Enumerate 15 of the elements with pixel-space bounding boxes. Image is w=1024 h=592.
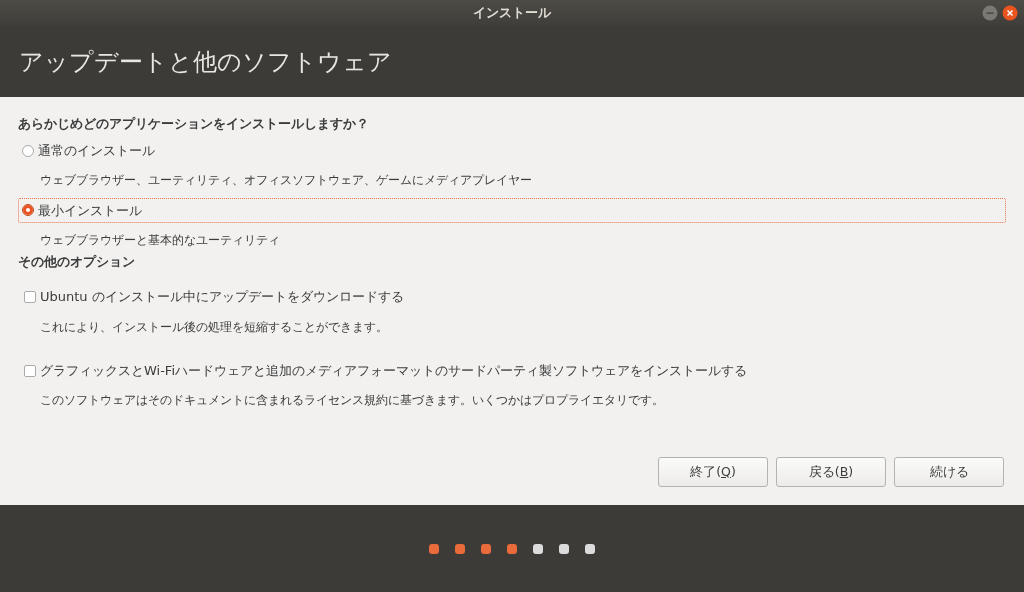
- checkbox-option[interactable]: グラフィックスとWi-Fiハードウェアと追加のメディアフォーマットのサードパーティ製ソフトウェアをインストールする: [20, 357, 751, 384]
- option-description: ウェブブラウザーと基本的なユーティリティ: [40, 232, 280, 249]
- section-heading: その他のオプション: [18, 253, 136, 272]
- back-button[interactable]: 戻る(B): [776, 457, 886, 487]
- option-description: このソフトウェアはそのドキュメントに含まれるライセンス規約に基づきます。いくつかはプロプライエタリです。: [40, 392, 664, 410]
- close-icon[interactable]: [1002, 5, 1018, 21]
- option-description: ウェブブラウザー、ユーティリティ、オフィスソフトウェア、ゲームにメディアプレイヤー: [40, 172, 532, 190]
- option-description: これにより、インストール後の処理を短縮することができます。: [40, 318, 388, 336]
- question-text: あらかじめどのアプリケーションをインストールしますか？: [18, 115, 370, 133]
- quit-button[interactable]: 終了(Q): [658, 457, 768, 487]
- page-title: アップデートと他のソフトウェア: [19, 46, 392, 78]
- continue-button[interactable]: 続ける: [894, 457, 1004, 487]
- radio-option[interactable]: 通常のインストール: [18, 137, 159, 164]
- window-title: インストール: [473, 4, 551, 23]
- checkbox-option[interactable]: Ubuntu のインストール中にアップデートをダウンロードする: [20, 284, 408, 310]
